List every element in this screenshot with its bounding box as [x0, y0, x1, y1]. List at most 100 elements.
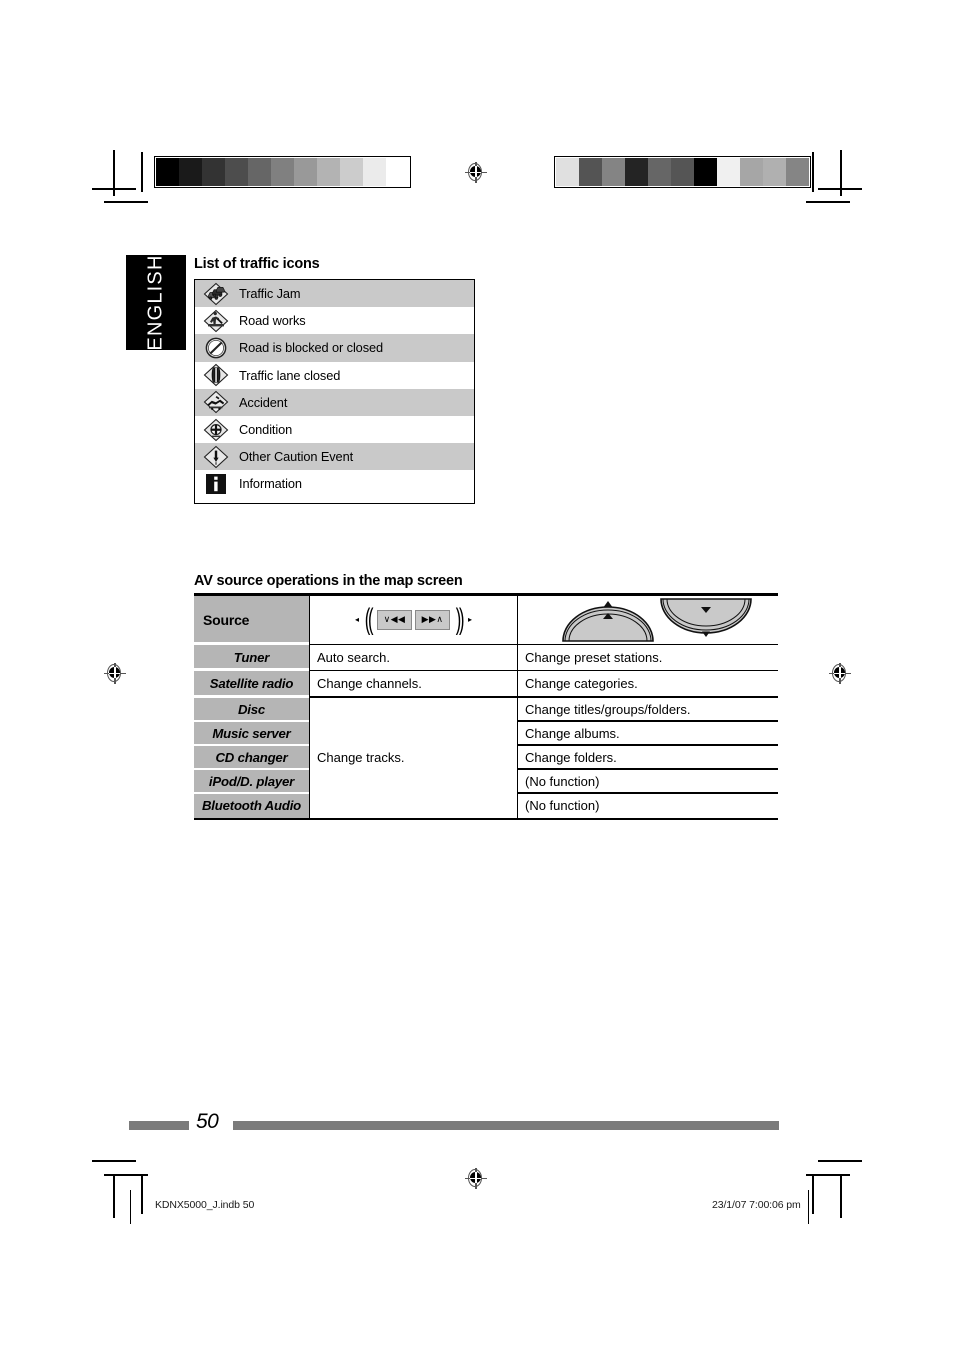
bleed-mark-top-left — [141, 152, 143, 192]
traffic-section-heading: List of traffic icons — [194, 256, 320, 272]
av-source-cell: Music server — [194, 721, 309, 746]
print-slug-right: 23/1/07 7:00:06 pm — [712, 1199, 801, 1211]
traffic-icon-label: Road works — [239, 313, 306, 329]
grayscale-swatch-1 — [579, 158, 602, 186]
traffic-icons-table: Traffic Jam Road works Road is blocked or … — [194, 279, 475, 504]
av-arc-cell: (No function) — [525, 773, 600, 789]
av-track-cell: Change channels. — [309, 671, 518, 697]
grayscale-swatch-2 — [602, 158, 625, 186]
track-skip-buttons-icon: ◂ ((∨◀◀ ▶▶∧)) ▸ — [309, 595, 518, 644]
av-source-column-header: Source — [194, 595, 309, 644]
track-up-button[interactable]: ▶▶∧ — [415, 609, 450, 630]
arc-up-button — [562, 600, 654, 642]
grayscale-swatch-3 — [625, 158, 648, 186]
condition-icon — [195, 418, 237, 442]
av-section-heading: AV source operations in the map screen — [194, 573, 463, 589]
traffic-icon-label: Condition — [239, 422, 293, 438]
crop-mark-top-left-horizontal-2 — [104, 201, 148, 203]
traffic-icon-row: Accident — [195, 388, 474, 416]
registration-target-left — [104, 663, 126, 685]
page-rule-left — [129, 1121, 189, 1130]
av-source-cell: CD changer — [194, 745, 309, 770]
arc-updown-buttons-icon — [518, 595, 778, 644]
traffic-icon-label: Traffic Jam — [239, 286, 301, 302]
av-arc-cell: Change folders. — [525, 749, 617, 765]
av-table-row: Tuner Auto search. Change preset stations. — [194, 644, 778, 670]
slug-divider-right — [808, 1190, 810, 1224]
av-track-cell: Auto search. — [309, 644, 518, 670]
crop-mark-top-left-horizontal — [92, 188, 136, 190]
av-arc-cell: (No function) — [525, 798, 600, 814]
traffic-icon-row: Traffic Jam — [195, 280, 474, 308]
grayscale-swatch-0 — [156, 158, 179, 186]
page-rule-right — [233, 1121, 779, 1130]
av-source-label: CD changer — [215, 750, 288, 766]
av-arc-cell: Change titles/groups/folders. — [525, 701, 691, 717]
traffic-icon-row: Other Caution Event — [195, 443, 474, 471]
traffic-icon-label: Information — [239, 476, 302, 492]
av-source-label: iPod/D. player — [208, 774, 295, 790]
crop-mark-bottom-left-horizontal — [92, 1160, 136, 1162]
grayscale-swatch-5 — [271, 158, 294, 186]
grayscale-swatch-2 — [202, 158, 225, 186]
av-source-label: Disc — [237, 702, 266, 718]
right-caret-icon: ▸ — [467, 614, 472, 624]
language-tab-english: ENGLISH — [126, 254, 186, 351]
av-arc-cell: Change preset stations. — [518, 644, 778, 670]
grayscale-swatch-4 — [648, 158, 671, 186]
av-merged-track-block: Disc Music server CD changer iPod/D. player… — [194, 697, 778, 818]
track-down-button[interactable]: ∨◀◀ — [377, 609, 412, 630]
av-arc-cell: Change albums. — [525, 725, 620, 741]
grayscale-swatch-0 — [556, 158, 579, 186]
grayscale-calibration-strip-left — [154, 156, 411, 188]
traffic-icon-row: Condition — [195, 416, 474, 443]
traffic-jam-icon — [195, 282, 237, 306]
grayscale-swatch-8 — [740, 158, 763, 186]
traffic-icon-label: Traffic lane closed — [239, 367, 341, 383]
av-arc-column-group: Change titles/groups/folders. Change albu… — [518, 697, 778, 818]
av-track-cell-merged: Change tracks. — [309, 697, 518, 818]
av-source-label: Bluetooth Audio — [201, 798, 302, 814]
grayscale-swatch-3 — [225, 158, 248, 186]
road-works-icon — [195, 309, 237, 333]
arc-bracket-right-icon: )) — [455, 602, 465, 636]
traffic-icon-row: Traffic lane closed — [195, 362, 474, 389]
other-caution-event-icon — [195, 445, 237, 469]
traffic-lane-closed-icon — [195, 363, 237, 387]
traffic-icon-label: Other Caution Event — [239, 449, 354, 465]
registration-target-right — [829, 663, 851, 685]
av-source-column-group: Disc Music server CD changer iPod/D. player… — [194, 697, 309, 818]
arc-down-button — [660, 597, 752, 637]
crop-mark-bottom-right-horizontal — [818, 1160, 862, 1162]
page-number: 50 — [196, 1110, 219, 1133]
grayscale-swatch-10 — [786, 158, 809, 186]
grayscale-swatch-6 — [294, 158, 317, 186]
grayscale-swatch-9 — [763, 158, 786, 186]
grayscale-swatch-4 — [248, 158, 271, 186]
accident-icon — [195, 390, 237, 414]
traffic-icon-label: Road is blocked or closed — [239, 340, 384, 356]
crop-mark-top-right-horizontal-2 — [806, 201, 850, 203]
av-table-header-row: Source ◂ ((∨◀◀ ▶▶∧)) ▸ — [194, 595, 778, 644]
traffic-icon-row: Road works — [195, 307, 474, 334]
av-source-label: Tuner — [233, 649, 270, 665]
av-source-label: Music server — [212, 726, 291, 742]
road-blocked-icon — [195, 336, 237, 360]
av-source-cell: Satellite radio — [194, 671, 309, 697]
traffic-icon-row: Information — [195, 470, 474, 497]
av-source-label: Source — [203, 611, 250, 628]
information-icon — [195, 473, 237, 495]
grayscale-swatch-8 — [340, 158, 363, 186]
bleed-mark-top-right — [812, 152, 814, 192]
grayscale-swatch-9 — [363, 158, 386, 186]
table-bottom-rule — [194, 817, 778, 821]
crop-mark-bottom-right-vertical — [840, 1176, 842, 1218]
av-table-row: Satellite radio Change channels. Change ca… — [194, 671, 778, 697]
grayscale-swatch-7 — [317, 158, 340, 186]
grayscale-swatch-6 — [694, 158, 717, 186]
av-arc-cell: Change categories. — [518, 671, 778, 697]
grayscale-swatch-5 — [671, 158, 694, 186]
crop-mark-top-right-horizontal — [818, 188, 862, 190]
av-source-cell: Disc — [194, 697, 309, 722]
grayscale-swatch-1 — [179, 158, 202, 186]
